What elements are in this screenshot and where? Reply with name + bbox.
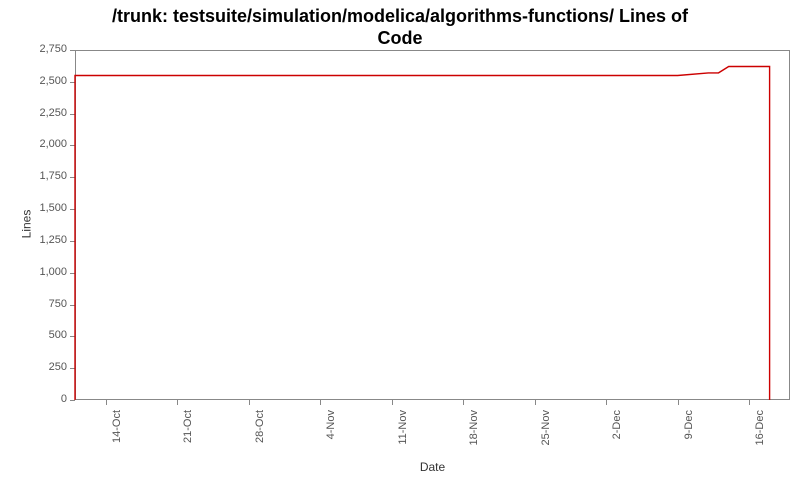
series-line	[75, 67, 770, 401]
chart-line-layer	[0, 0, 800, 500]
